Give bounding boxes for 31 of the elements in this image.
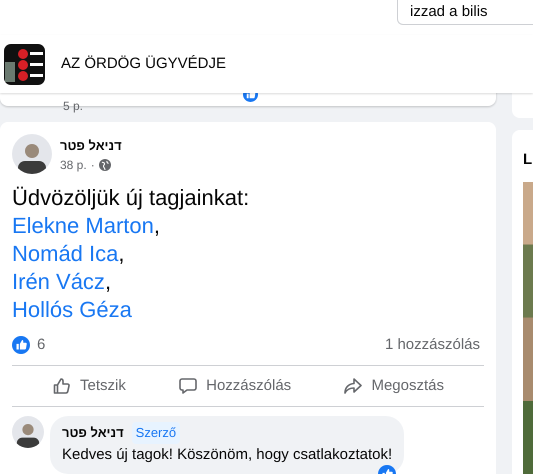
avatar-icon[interactable]: [12, 416, 44, 448]
reaction-count[interactable]: 6: [37, 334, 46, 356]
post-time[interactable]: 5 p.: [63, 97, 84, 115]
post-text: Üdvözöljük új tagjainkat:: [12, 184, 250, 212]
comment-count[interactable]: 1 hozzászólás: [384, 334, 480, 356]
author-badge: Szerző: [132, 422, 180, 444]
author-name[interactable]: דניאל פטר: [60, 136, 122, 156]
side-card-title: L: [523, 150, 533, 170]
member-link[interactable]: Elekne Marton: [12, 213, 154, 238]
comment-author[interactable]: דניאל פטר: [62, 423, 124, 442]
search-field[interactable]: izzad a bilis: [397, 0, 533, 25]
like-reaction-icon: [12, 336, 30, 354]
like-button[interactable]: Tetszik: [52, 371, 126, 401]
dot-separator: ·: [90, 156, 95, 174]
comment-text: Kedves új tagok! Köszönöm, hogy csatlakoztatok!: [62, 444, 392, 464]
comment-button[interactable]: Hozzászólás: [178, 371, 292, 401]
globe-icon: [98, 158, 111, 170]
share-arrow-icon: [343, 376, 364, 396]
avatar-icon[interactable]: [12, 134, 52, 174]
post-time[interactable]: 38 p.: [60, 156, 87, 174]
speech-bubble-icon: [178, 376, 198, 396]
group-logo-icon[interactable]: [4, 44, 45, 84]
comma: ,: [154, 213, 160, 238]
group-name[interactable]: AZ ÖRDÖG ÜGYVÉDJE: [61, 52, 226, 76]
member-link[interactable]: Hollós Géza: [12, 297, 132, 322]
comma: ,: [118, 241, 125, 266]
member-link[interactable]: Nomád Ica: [12, 241, 118, 266]
share-button[interactable]: Megosztás: [343, 371, 444, 401]
comma: ,: [104, 269, 112, 294]
thumbs-up-icon: [52, 376, 72, 396]
member-link[interactable]: Irén Vácz: [12, 269, 105, 294]
